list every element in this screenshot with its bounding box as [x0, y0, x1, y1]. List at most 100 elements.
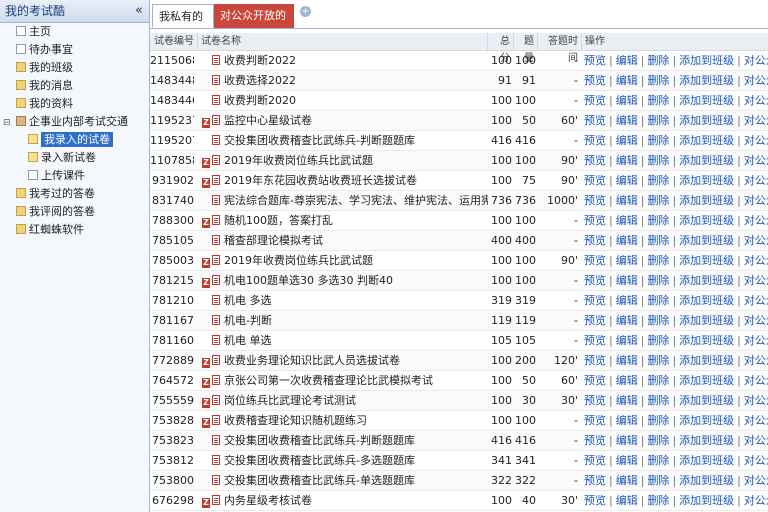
preview-link[interactable]: 预览: [584, 394, 606, 407]
delete-link[interactable]: 删除: [647, 334, 669, 347]
publish-link[interactable]: 对公众开放: [744, 194, 768, 207]
edit-link[interactable]: 编辑: [616, 54, 638, 67]
publish-link[interactable]: 对公众开放: [744, 334, 768, 347]
edit-link[interactable]: 编辑: [616, 274, 638, 287]
edit-link[interactable]: 编辑: [616, 174, 638, 187]
delete-link[interactable]: 删除: [647, 494, 669, 507]
sidebar-item-profile[interactable]: 我的资料: [0, 95, 149, 113]
sidebar-item-my-class[interactable]: 我的班级: [0, 59, 149, 77]
add-to-class-link[interactable]: 添加到班级: [679, 274, 734, 287]
publish-link[interactable]: 对公众开放: [744, 234, 768, 247]
delete-link[interactable]: 删除: [647, 294, 669, 307]
publish-link[interactable]: 对公众开放: [744, 174, 768, 187]
preview-link[interactable]: 预览: [584, 194, 606, 207]
add-to-class-link[interactable]: 添加到班级: [679, 354, 734, 367]
add-to-class-link[interactable]: 添加到班级: [679, 314, 734, 327]
column-header-id[interactable]: 试卷编号: [150, 33, 198, 50]
add-to-class-link[interactable]: 添加到班级: [679, 154, 734, 167]
add-to-class-link[interactable]: 添加到班级: [679, 174, 734, 187]
delete-link[interactable]: 删除: [647, 254, 669, 267]
preview-link[interactable]: 预览: [584, 214, 606, 227]
publish-link[interactable]: 对公众开放: [744, 294, 768, 307]
add-to-class-link[interactable]: 添加到班级: [679, 114, 734, 127]
add-to-class-link[interactable]: 添加到班级: [679, 74, 734, 87]
preview-link[interactable]: 预览: [584, 374, 606, 387]
preview-link[interactable]: 预览: [584, 94, 606, 107]
add-to-class-link[interactable]: 添加到班级: [679, 334, 734, 347]
expanded-minus-icon[interactable]: ⊟: [3, 114, 12, 132]
edit-link[interactable]: 编辑: [616, 454, 638, 467]
sidebar-item-upload-courseware[interactable]: 上传课件: [0, 167, 149, 185]
sidebar-item-software[interactable]: 红蜘蛛软件: [0, 221, 149, 239]
delete-link[interactable]: 删除: [647, 234, 669, 247]
publish-link[interactable]: 对公众开放: [744, 454, 768, 467]
publish-link[interactable]: 对公众开放: [744, 414, 768, 427]
sidebar-item-todo[interactable]: 待办事宜: [0, 41, 149, 59]
publish-link[interactable]: 对公众开放: [744, 354, 768, 367]
publish-link[interactable]: 对公众开放: [744, 114, 768, 127]
add-to-class-link[interactable]: 添加到班级: [679, 234, 734, 247]
edit-link[interactable]: 编辑: [616, 414, 638, 427]
edit-link[interactable]: 编辑: [616, 114, 638, 127]
add-tab-icon[interactable]: +: [300, 6, 311, 17]
publish-link[interactable]: 对公众开放: [744, 154, 768, 167]
delete-link[interactable]: 删除: [647, 214, 669, 227]
preview-link[interactable]: 预览: [584, 334, 606, 347]
delete-link[interactable]: 删除: [647, 174, 669, 187]
sidebar-item-home[interactable]: 主页: [0, 23, 149, 41]
add-to-class-link[interactable]: 添加到班级: [679, 214, 734, 227]
publish-link[interactable]: 对公众开放: [744, 214, 768, 227]
publish-link[interactable]: 对公众开放: [744, 374, 768, 387]
publish-link[interactable]: 对公众开放: [744, 274, 768, 287]
delete-link[interactable]: 删除: [647, 154, 669, 167]
publish-link[interactable]: 对公众开放: [744, 74, 768, 87]
collapse-icon[interactable]: «: [135, 0, 143, 22]
edit-link[interactable]: 编辑: [616, 134, 638, 147]
add-to-class-link[interactable]: 添加到班级: [679, 374, 734, 387]
add-to-class-link[interactable]: 添加到班级: [679, 54, 734, 67]
sidebar-item-enterprise-exam[interactable]: ⊟ 企事业内部考试交通: [0, 113, 149, 131]
tab-public-papers[interactable]: 对公众开放的试卷: [214, 4, 294, 46]
add-to-class-link[interactable]: 添加到班级: [679, 494, 734, 507]
preview-link[interactable]: 预览: [584, 354, 606, 367]
edit-link[interactable]: 编辑: [616, 354, 638, 367]
preview-link[interactable]: 预览: [584, 314, 606, 327]
add-to-class-link[interactable]: 添加到班级: [679, 94, 734, 107]
add-to-class-link[interactable]: 添加到班级: [679, 474, 734, 487]
sidebar-item-my-papers[interactable]: 我录入的试卷: [0, 131, 149, 149]
column-header-name[interactable]: 试卷名称: [198, 33, 488, 50]
delete-link[interactable]: 删除: [647, 474, 669, 487]
preview-link[interactable]: 预览: [584, 494, 606, 507]
delete-link[interactable]: 删除: [647, 194, 669, 207]
tab-private-papers[interactable]: 我私有的试卷: [152, 4, 214, 47]
publish-link[interactable]: 对公众开放: [744, 134, 768, 147]
sidebar-item-taken-answers[interactable]: 我考过的答卷: [0, 185, 149, 203]
edit-link[interactable]: 编辑: [616, 314, 638, 327]
edit-link[interactable]: 编辑: [616, 74, 638, 87]
add-to-class-link[interactable]: 添加到班级: [679, 134, 734, 147]
publish-link[interactable]: 对公众开放: [744, 94, 768, 107]
preview-link[interactable]: 预览: [584, 74, 606, 87]
preview-link[interactable]: 预览: [584, 134, 606, 147]
sidebar-item-messages[interactable]: 我的消息: [0, 77, 149, 95]
edit-link[interactable]: 编辑: [616, 434, 638, 447]
column-header-time[interactable]: 答题时间: [538, 33, 582, 64]
edit-link[interactable]: 编辑: [616, 394, 638, 407]
preview-link[interactable]: 预览: [584, 114, 606, 127]
delete-link[interactable]: 删除: [647, 314, 669, 327]
delete-link[interactable]: 删除: [647, 274, 669, 287]
edit-link[interactable]: 编辑: [616, 154, 638, 167]
delete-link[interactable]: 删除: [647, 134, 669, 147]
preview-link[interactable]: 预览: [584, 414, 606, 427]
edit-link[interactable]: 编辑: [616, 254, 638, 267]
preview-link[interactable]: 预览: [584, 54, 606, 67]
preview-link[interactable]: 预览: [584, 294, 606, 307]
edit-link[interactable]: 编辑: [616, 494, 638, 507]
column-header-count[interactable]: 题量: [514, 33, 538, 64]
add-to-class-link[interactable]: 添加到班级: [679, 254, 734, 267]
preview-link[interactable]: 预览: [584, 234, 606, 247]
delete-link[interactable]: 删除: [647, 414, 669, 427]
preview-link[interactable]: 预览: [584, 174, 606, 187]
delete-link[interactable]: 删除: [647, 374, 669, 387]
publish-link[interactable]: 对公众开放: [744, 254, 768, 267]
